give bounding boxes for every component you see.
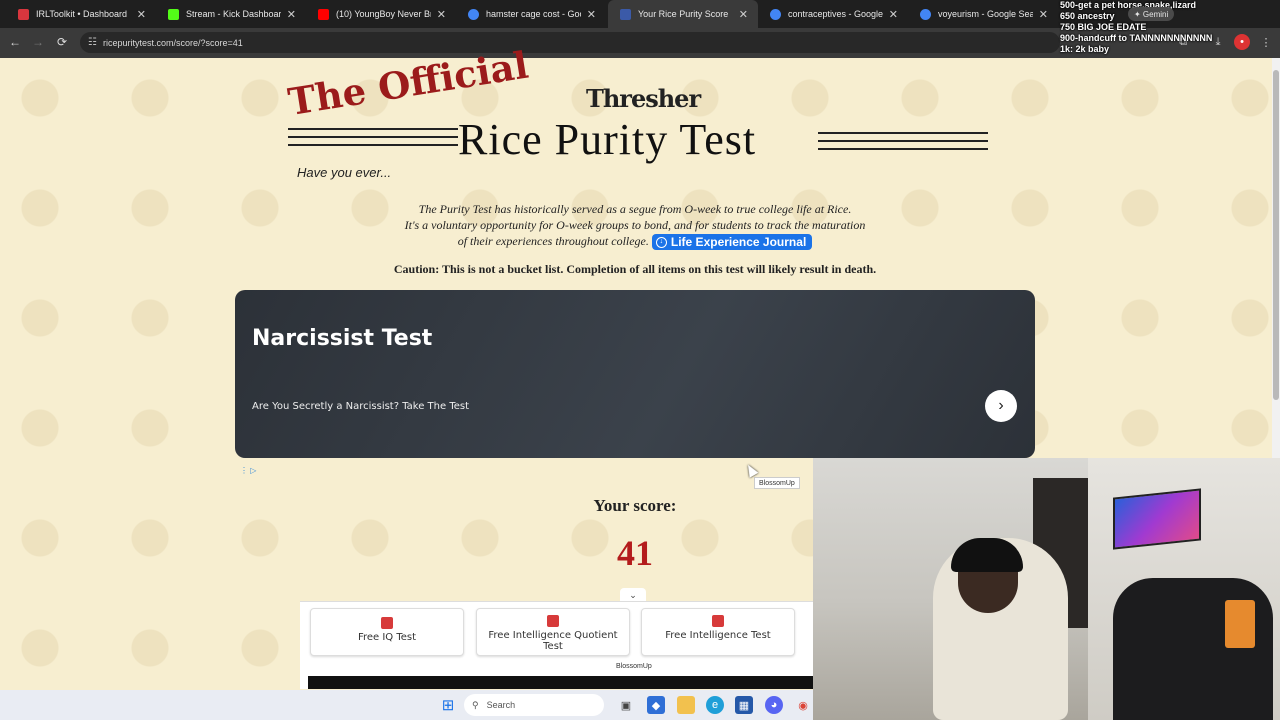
close-tab-icon[interactable]: ✕: [287, 8, 296, 21]
tab-kick-dashboard[interactable]: Stream - Kick Dashboard ✕: [156, 0, 306, 28]
chrome-icon[interactable]: ◉: [794, 696, 812, 714]
webcam-feed: [813, 458, 1280, 720]
life-experience-journal-button[interactable]: ↓ Life Experience Journal: [651, 234, 813, 251]
webcam-tv: [1113, 488, 1201, 550]
logo-rule: [288, 144, 458, 146]
logo-thresher: Thresher: [586, 84, 701, 113]
overlay-line: 900-handcuff to TANNNNNNNNNNN: [1060, 33, 1213, 43]
overlay-line: 750 BIG JOE EDATE: [1060, 22, 1147, 32]
scrollbar-thumb[interactable]: [1273, 70, 1279, 400]
close-tab-icon[interactable]: ✕: [739, 8, 748, 21]
tab-hamster-cage[interactable]: hamster cage cost - Google S ✕: [456, 0, 606, 28]
forward-icon[interactable]: →: [29, 33, 47, 51]
clipboard-icon: [547, 615, 559, 627]
close-tab-icon[interactable]: ✕: [437, 8, 446, 21]
copilot-icon[interactable]: ◆: [647, 696, 665, 714]
overlay-line: 1k: 2k baby: [1060, 44, 1110, 54]
youtube-favicon-icon: [318, 8, 329, 20]
url-text: ricepuritytest.com/score/?score=41: [102, 37, 243, 48]
close-tab-icon[interactable]: ✕: [587, 8, 596, 21]
google-favicon-icon: [770, 8, 781, 20]
task-view-icon[interactable]: ▣: [617, 696, 635, 714]
have-you-ever-text: Have you ever...: [297, 165, 392, 180]
narcissist-test-ad[interactable]: Narcissist Test Are You Secretly a Narci…: [235, 290, 1035, 458]
clipboard-icon: [381, 617, 393, 629]
intro-line: The Purity Test has historically served …: [418, 202, 852, 216]
ad-card-intelligence-test[interactable]: Free Intelligence Test: [641, 608, 795, 656]
bottom-ad-brand[interactable]: BlossomUp: [616, 663, 652, 670]
ad-brand-label[interactable]: BlossomUp: [754, 477, 800, 489]
gemini-button[interactable]: ✦ Gemini: [1128, 7, 1175, 21]
journal-arrow-icon: ↓: [655, 236, 667, 248]
search-icon: ⚲: [472, 699, 479, 710]
reload-icon[interactable]: ⟳: [53, 33, 71, 51]
tab-rice-purity-score[interactable]: Your Rice Purity Score ✕: [608, 0, 758, 28]
windows-start-icon[interactable]: ⊞: [439, 696, 457, 714]
score-label: Your score:: [593, 496, 677, 515]
intro-line: of their experiences throughout college.…: [340, 233, 930, 251]
bottom-sticky-ad: Free IQ Test Free Intelligence Quotient …: [300, 601, 814, 689]
irltoolkit-favicon-icon: [18, 8, 29, 20]
tab-contraceptives[interactable]: contraceptives - Google Sear ✕: [758, 0, 908, 28]
clipboard-icon: [712, 615, 724, 627]
collapse-ad-chevron-down-icon[interactable]: ⌄: [620, 588, 646, 602]
google-favicon-icon: [468, 8, 479, 20]
close-tab-icon[interactable]: ✕: [137, 8, 146, 21]
edge-icon[interactable]: e: [706, 696, 724, 714]
google-favicon-icon: [920, 8, 931, 20]
ad-title: Narcissist Test: [252, 326, 433, 351]
score-value: 41: [617, 533, 653, 573]
intro-line: It's a voluntary opportunity for O-week …: [404, 218, 866, 232]
logo-rice-purity-test: Rice Purity Test: [458, 115, 757, 164]
close-tab-icon[interactable]: ✕: [1039, 8, 1048, 21]
back-icon[interactable]: ←: [6, 33, 24, 51]
bottom-ad-bar: [308, 676, 814, 689]
close-tab-icon[interactable]: ✕: [889, 8, 898, 21]
intro-paragraph: The Purity Test has historically served …: [340, 201, 930, 251]
kick-favicon-icon: [168, 8, 179, 20]
tab-youtube[interactable]: (10) YoungBoy Never Broke A ✕: [306, 0, 456, 28]
logo-rule: [288, 136, 458, 138]
taskbar-search[interactable]: ⚲ Search: [464, 694, 604, 716]
tab-voyeurism[interactable]: voyeurism - Google Search ✕: [908, 0, 1058, 28]
chevron-right-icon[interactable]: ›: [985, 390, 1017, 422]
tab-irltoolkit[interactable]: IRLToolkit • Dashboard ✕: [6, 0, 156, 28]
ad-card-intelligence-quotient[interactable]: Free Intelligence Quotient Test: [476, 608, 630, 656]
logo-rule: [818, 148, 988, 150]
ad-subtitle: Are You Secretly a Narcissist? Take The …: [252, 401, 470, 412]
webcam-cup: [1225, 600, 1255, 648]
address-bar[interactable]: ☷ ricepuritytest.com/score/?score=41: [80, 32, 1060, 53]
logo-rule: [818, 140, 988, 142]
file-explorer-icon[interactable]: [677, 696, 695, 714]
store-icon[interactable]: ▦: [735, 696, 753, 714]
logo-rule: [288, 128, 458, 130]
adchoices-icon[interactable]: ⋮ ▷: [240, 466, 256, 475]
caution-text: Caution: This is not a bucket list. Comp…: [393, 262, 877, 276]
rice-purity-favicon-icon: [620, 8, 631, 20]
discord-icon[interactable]: ◕: [765, 696, 783, 714]
site-info-icon[interactable]: ☷: [88, 37, 97, 48]
ad-card-iq-test[interactable]: Free IQ Test: [310, 608, 464, 656]
logo-rule: [818, 132, 988, 134]
